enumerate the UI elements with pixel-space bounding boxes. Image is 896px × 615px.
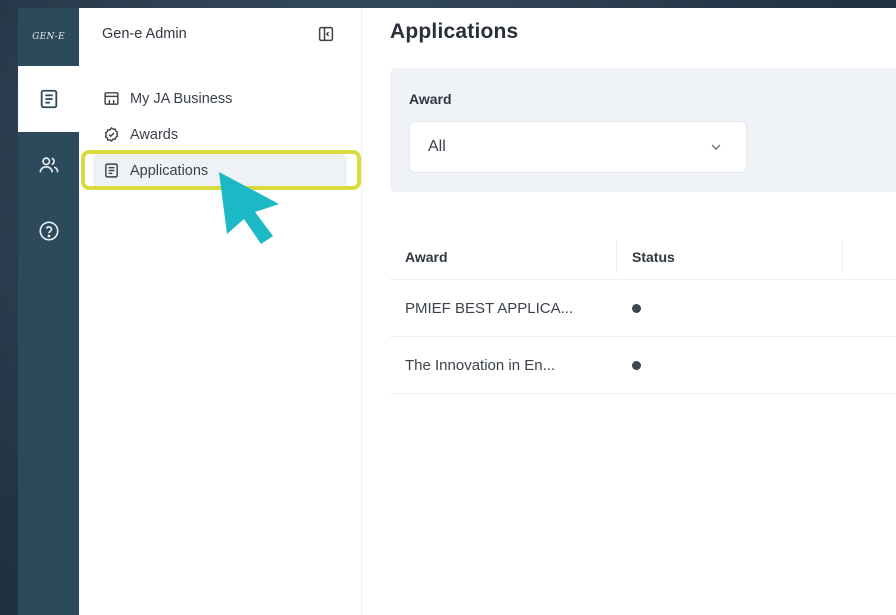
sidebar-header: Gen-e Admin — [79, 8, 361, 60]
collapse-sidebar-button[interactable] — [317, 25, 335, 43]
sidebar-title: Gen-e Admin — [102, 26, 187, 42]
icon-rail: GEN-E — [18, 8, 79, 615]
column-header-status[interactable]: Status — [616, 240, 842, 273]
users-icon — [38, 157, 59, 173]
sidebar: Gen-e Admin My JA Business Awards Applic… — [79, 8, 362, 615]
award-filter-label: Award — [409, 91, 452, 107]
table-row[interactable]: The Innovation in En... — [390, 337, 896, 394]
page-title: Applications — [390, 20, 519, 43]
filter-panel: Award All — [390, 68, 896, 192]
sidebar-item-label: My JA Business — [130, 90, 233, 107]
badge-check-icon — [104, 127, 119, 142]
rail-applications-button[interactable] — [18, 66, 79, 132]
store-icon — [104, 92, 119, 105]
document-list-icon — [40, 89, 57, 109]
column-header-next — [842, 240, 896, 273]
award-cell: The Innovation in En... — [405, 356, 556, 374]
app-window: GEN-E Gen-e Admin My JA Business Awards … — [18, 8, 896, 615]
status-cell — [616, 303, 842, 313]
award-filter-select[interactable]: All — [409, 121, 747, 173]
sidebar-toggle-icon — [318, 26, 334, 42]
chevron-down-icon — [711, 144, 721, 150]
rail-users-button[interactable] — [18, 132, 79, 198]
status-dot-icon — [632, 360, 641, 370]
sidebar-item-label: Awards — [130, 126, 179, 143]
app-logo: GEN-E — [32, 32, 65, 42]
table-header: Award Status — [390, 234, 896, 280]
table-row[interactable]: PMIEF BEST APPLICA... — [390, 280, 896, 337]
applications-table: Award Status PMIEF BEST APPLICA... The I… — [390, 234, 896, 394]
sidebar-item-awards[interactable]: Awards — [93, 118, 347, 151]
rail-help-button[interactable] — [18, 198, 79, 264]
help-circle-icon — [38, 221, 59, 241]
column-header-award[interactable]: Award — [390, 234, 616, 279]
sidebar-item-my-ja-business[interactable]: My JA Business — [93, 82, 347, 115]
main-content: Applications Award All Award Status PMIE… — [362, 8, 896, 615]
pointer-cursor-icon — [219, 172, 279, 244]
award-cell: PMIEF BEST APPLICA... — [405, 299, 574, 317]
status-cell — [616, 360, 842, 370]
status-dot-icon — [632, 303, 641, 313]
award-filter-value: All — [428, 138, 446, 155]
